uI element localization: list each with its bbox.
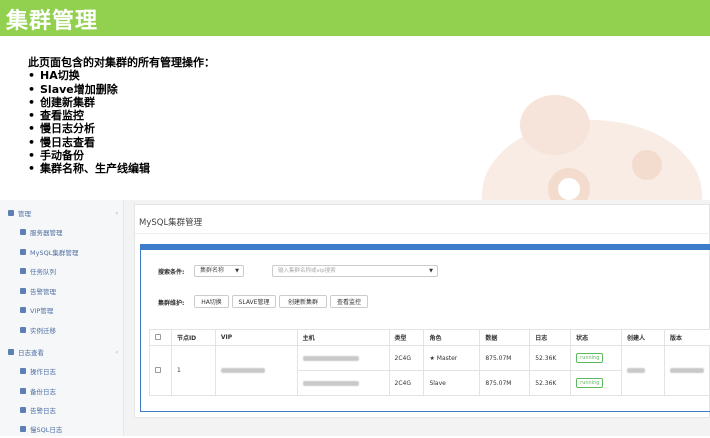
vip-cell xyxy=(215,346,297,396)
column-header: 角色 xyxy=(424,330,480,346)
dashboard-icon xyxy=(20,268,26,274)
sidebar-item-vip[interactable]: VIP管理 xyxy=(0,301,124,319)
redacted-text xyxy=(627,368,645,373)
creator-cell xyxy=(622,346,665,396)
slave-manage-button[interactable]: SLAVE管理 xyxy=(232,295,276,308)
operation-item: 慢日志分析 xyxy=(28,122,215,135)
divider xyxy=(135,233,710,234)
background-decoration xyxy=(632,150,662,180)
sidebar-item-operation-log[interactable]: 操作日志 xyxy=(0,362,124,380)
search-input[interactable]: 输入集群名称或vip搜索 ▼ xyxy=(272,265,438,277)
cluster-panel: MySQL集群管理 搜索条件: 集群名称 ▼ 输入集群名称或vip搜索 ▼ 集群… xyxy=(134,204,710,418)
slide-description: 此页面包含的对集群的所有管理操作： HA切换 Slave增加删除 创建新集群 查… xyxy=(28,56,215,176)
redacted-text xyxy=(221,368,265,373)
row-select-cell xyxy=(150,346,172,396)
view-monitor-button[interactable]: 查看监控 xyxy=(330,295,368,308)
dashboard-icon xyxy=(20,407,26,413)
sidebar-group-management[interactable]: 管理 ‹ xyxy=(0,204,124,222)
dashboard-icon xyxy=(20,307,26,313)
operation-item: Slave增加删除 xyxy=(28,83,215,96)
sidebar-item-server[interactable]: 服务器管理 xyxy=(0,223,124,241)
star-icon: ★ xyxy=(429,355,434,362)
app-screenshot: 管理 ‹ 服务器管理 MySQL集群管理 任务队列 告警管理 VIP管理 实例迁… xyxy=(0,200,710,436)
background-decoration xyxy=(520,95,590,155)
cluster-table: 节点ID VIP 主机 类型 角色 数据 日志 状态 创建人 版本 xyxy=(149,329,710,396)
host-cell xyxy=(297,371,389,396)
sidebar-item-backup-log[interactable]: 备份日志 xyxy=(0,382,124,400)
column-header: 主机 xyxy=(297,330,389,346)
redacted-text xyxy=(303,381,359,386)
operation-item: 集群名称、生产线编辑 xyxy=(28,162,215,175)
operation-item: 创建新集群 xyxy=(28,96,215,109)
table-header-row: 节点ID VIP 主机 类型 角色 数据 日志 状态 创建人 版本 xyxy=(150,330,710,346)
type-cell: 2C4G xyxy=(389,346,424,371)
collapse-caret-icon: ‹ xyxy=(116,349,118,356)
create-cluster-button[interactable]: 创建新集群 xyxy=(279,295,327,308)
column-header: 节点ID xyxy=(171,330,215,346)
operation-item: 查看监控 xyxy=(28,109,215,122)
sidebar-group-logs[interactable]: 日志查看 ‹ xyxy=(0,343,124,361)
column-header: 数据 xyxy=(480,330,530,346)
dashboard-icon xyxy=(8,210,14,216)
column-header: 版本 xyxy=(664,330,710,346)
data-size-cell: 875.07M xyxy=(480,346,530,371)
role-cell: ★ Master xyxy=(424,346,480,371)
dropdown-arrow-icon: ▼ xyxy=(235,266,239,276)
role-cell: Slave xyxy=(424,371,480,396)
operation-list: HA切换 Slave增加删除 创建新集群 查看监控 慢日志分析 慢日志查看 手动… xyxy=(28,69,215,175)
select-all-checkbox[interactable] xyxy=(155,334,161,340)
sidebar-item-slow-sql-log[interactable]: 慢SQL日志 xyxy=(0,420,124,438)
page-title: MySQL集群管理 xyxy=(139,216,202,228)
status-badge: running xyxy=(576,378,603,388)
column-header: 创建人 xyxy=(622,330,665,346)
node-id-cell: 1 xyxy=(171,346,215,396)
dashboard-icon xyxy=(20,327,26,333)
sidebar-item-migration[interactable]: 实例迁移 xyxy=(0,321,124,339)
host-cell xyxy=(297,346,389,371)
dashboard-icon xyxy=(8,349,14,355)
redacted-text xyxy=(303,356,359,361)
sidebar-item-mysql-cluster[interactable]: MySQL集群管理 xyxy=(0,243,124,261)
log-size-cell: 52.36K xyxy=(530,371,571,396)
panel-body: 搜索条件: 集群名称 ▼ 输入集群名称或vip搜索 ▼ 集群维护: HA切换 S… xyxy=(140,250,710,412)
collapse-caret-icon: ‹ xyxy=(116,210,118,217)
sidebar: 管理 ‹ 服务器管理 MySQL集群管理 任务队列 告警管理 VIP管理 实例迁… xyxy=(0,200,124,436)
dropdown-arrow-icon: ▼ xyxy=(429,266,433,276)
dashboard-icon xyxy=(20,426,26,432)
slide-header: 集群管理 xyxy=(0,0,710,36)
log-size-cell: 52.36K xyxy=(530,346,571,371)
column-header: VIP xyxy=(215,330,297,346)
operation-item: 手动备份 xyxy=(28,149,215,162)
main-content: MySQL集群管理 搜索条件: 集群名称 ▼ 输入集群名称或vip搜索 ▼ 集群… xyxy=(124,200,710,436)
select-all-cell xyxy=(150,330,172,346)
column-header: 类型 xyxy=(389,330,424,346)
data-size-cell: 875.07M xyxy=(480,371,530,396)
column-header: 日志 xyxy=(530,330,571,346)
ha-switch-button[interactable]: HA切换 xyxy=(194,295,229,308)
dashboard-icon xyxy=(20,388,26,394)
type-cell: 2C4G xyxy=(389,371,424,396)
sidebar-item-alert-log[interactable]: 告警日志 xyxy=(0,401,124,419)
slide-title: 集群管理 xyxy=(6,3,98,35)
dashboard-icon xyxy=(20,288,26,294)
search-field-select[interactable]: 集群名称 ▼ xyxy=(194,265,244,277)
column-header: 状态 xyxy=(571,330,622,346)
sidebar-item-alert[interactable]: 告警管理 xyxy=(0,282,124,300)
status-cell: running xyxy=(571,346,622,371)
redacted-text xyxy=(670,368,704,373)
operation-item: 慢日志查看 xyxy=(28,136,215,149)
table-row[interactable]: 1 2C4G ★ Master 875.07M 52.36K running xyxy=(150,346,710,371)
intro-text: 此页面包含的对集群的所有管理操作： xyxy=(28,56,215,69)
row-checkbox[interactable] xyxy=(155,367,161,373)
dashboard-icon xyxy=(20,368,26,374)
search-label: 搜索条件: xyxy=(158,267,184,276)
version-cell xyxy=(664,346,710,396)
operation-item: HA切换 xyxy=(28,69,215,82)
sidebar-item-task-queue[interactable]: 任务队列 xyxy=(0,262,124,280)
dashboard-icon xyxy=(20,229,26,235)
status-cell: running xyxy=(571,371,622,396)
status-badge: running xyxy=(576,353,603,363)
maintain-label: 集群维护: xyxy=(158,298,184,307)
dashboard-icon xyxy=(20,249,26,255)
